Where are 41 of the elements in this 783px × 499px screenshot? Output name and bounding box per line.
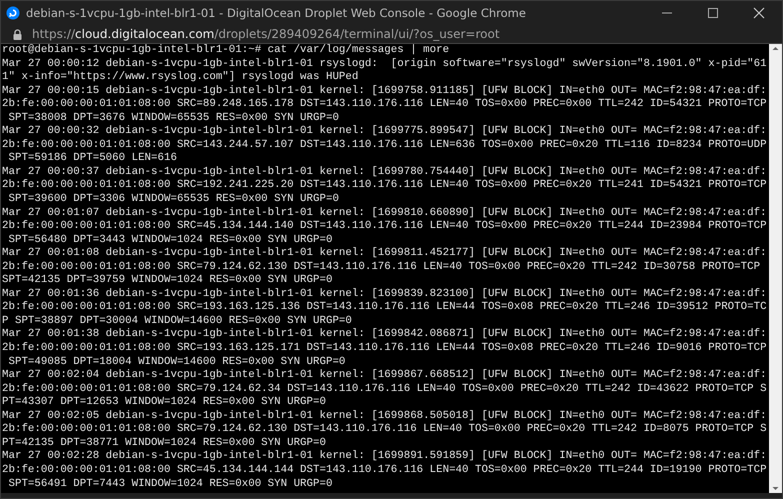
terminal-line: root@debian-s-1vcpu-1gb-intel-blr1-01:~# cat /var/log/messages | more — [2, 44, 450, 58]
terminal-line: SPT=38008 DPT=3676 WINDOW=65535 RES=0x00 SYN URGP=0 — [7, 112, 340, 125]
terminal-line: Mar 27 00:01:38 debian-s-1vcpu-1gb-intel-blr1-01 kernel: [1699842.086871] [UFW BLOCK] IN=eth0 OUT= MAC=f2:98:47:ea:df: — [2, 328, 768, 342]
terminal-line: Mar 27 00:01:36 debian-s-1vcpu-1gb-intel-blr1-01 kernel: [1699839.823100] [UFW BLOCK] IN=eth0 OUT= MAC=f2:98:47:ea:df: — [2, 288, 768, 301]
terminal-line: SPT=56480 DPT=3443 WINDOW=1024 RES=0x00 SYN URGP=0 — [7, 234, 334, 247]
terminal-line: Mar 27 00:02:04 debian-s-1vcpu-1gb-intel-blr1-01 kernel: [1699867.668512] [UFW BLOCK] IN=eth0 OUT= MAC=f2:98:47:ea:df: — [2, 369, 768, 383]
droplet-logo-icon — [6, 6, 20, 20]
terminal-line: Mar 27 00:01:07 debian-s-1vcpu-1gb-intel-blr1-01 kernel: [1699810.660890] [UFW BLOCK] IN=eth0 OUT= MAC=f2:98:47:ea:df: — [2, 206, 768, 220]
terminal-line: 2b:fe:00:00:00:01:01:08:00 SRC=193.163.125.171 DST=143.110.176.116 LEN=44 TOS=0x08 PREC=0x20 TTL=246 ID=9016 PROTO=TCP — [2, 342, 768, 356]
terminal-line: Mar 27 00:01:08 debian-s-1vcpu-1gb-intel-blr1-01 kernel: [1699811.452177] [UFW BLOCK] IN=eth0 OUT= MAC=f2:98:47:ea:df: — [2, 247, 768, 261]
terminal-line: 2b:fe:00:00:00:01:01:08:00 SRC=79.124.62.34 DST=143.110.176.116 LEN=40 TOS=0x00 PREC=0x20 TTL=242 ID=43622 PROTO=TCP S — [2, 382, 768, 396]
terminal-line: 2b:fe:00:00:00:01:01:08:00 SRC=79.124.62.130 DST=143.110.176.116 LEN=40 TOS=0x00 PREC=0x20 TTL=242 ID=8075 PROTO=TCP S — [2, 423, 768, 437]
terminal-line: 2b:fe:00:00:00:01:01:08:00 SRC=192.241.225.20 DST=143.110.176.116 LEN=40 TOS=0x00 PREC=0x20 TTL=241 ID=54321 PROTO=TCP — [2, 179, 768, 194]
terminal-line: 2b:fe:00:00:00:01:01:08:00 SRC=89.248.165.178 DST=143.110.176.116 LEN=40 TOS=0x00 PREC=0x00 TTL=242 ID=54321 PROTO=TCP — [2, 98, 768, 112]
terminal-line: Mar 27 00:00:37 debian-s-1vcpu-1gb-intel-blr1-01 kernel: [1699780.754440] [UFW BLOCK] IN=eth0 OUT= MAC=f2:98:47:ea:df: — [2, 166, 768, 179]
window-title: debian-s-1vcpu-1gb-intel-blr1-01 - DigitalOcean Droplet Web Console - Google Chrome — [26, 6, 527, 20]
scroll-up-icon[interactable] — [771, 44, 780, 53]
terminal-line: Mar 27 00:02:05 debian-s-1vcpu-1gb-intel-blr1-01 kernel: [1699868.505018] [UFW BLOCK] IN=eth0 OUT= MAC=f2:98:47:ea:df: — [2, 410, 768, 423]
terminal-line: 2b:fe:00:00:00:01:01:08:00 SRC=45.134.144.144 DST=143.110.176.116 LEN=40 TOS=0x00 PREC=0x20 TTL=244 ID=19190 PROTO=TCP — [2, 464, 768, 478]
terminal-line: PT=42135 DPT=38771 WINDOW=1024 RES=0x00 SYN URGP=0 — [2, 436, 327, 450]
scrollbar[interactable] — [769, 44, 782, 493]
terminal-line: 2b:fe:00:00:00:01:01:08:00 SRC=45.134.144.140 DST=143.110.176.116 LEN=40 TOS=0x00 PREC=0x20 TTL=244 ID=23984 PROTO=TCP — [2, 220, 768, 234]
terminal-line: SPT=39600 DPT=3306 WINDOW=65535 RES=0x00 SYN URGP=0 — [7, 193, 340, 207]
terminal-line: SPT=42135 DPT=39759 WINDOW=1024 RES=0x00 SYN URGP=0 — [2, 274, 334, 288]
terminal-line: 2b:fe:00:00:00:01:01:08:00 SRC=193.163.125.136 DST=143.110.176.116 LEN=44 TOS=0x08 PREC=0x20 TTL=246 ID=39512 PROTO=TC — [2, 301, 768, 315]
terminal-line: PT=43307 DPT=12653 WINDOW=1024 RES=0x00 SYN URGP=0 — [2, 396, 327, 410]
url-text[interactable]: https://cloud.digitalocean.com/droplets/289409264/terminal/ui/?os_user=root — [32, 27, 500, 41]
terminal-line: P SPT=38897 DPT=30004 WINDOW=14600 RES=0x00 SYN URGP=0 — [2, 314, 353, 328]
terminal-line: 2b:fe:00:00:00:01:01:08:00 SRC=79.124.62.130 DST=143.110.176.116 LEN=40 TOS=0x00 PREC=0x20 TTL=242 ID=30758 PROTO=TCP — [2, 260, 762, 274]
terminal-line: Mar 27 00:00:12 debian-s-1vcpu-1gb-intel-blr1-01 rsyslogd: [origin software="rsyslogd" swVersion="8.1901.0" x-pid="61 — [2, 58, 768, 71]
terminal-line: 2b:fe:00:00:00:01:01:08:00 SRC=143.244.57.107 DST=143.110.176.116 LEN=636 TOS=0x00 PREC=0x20 TTL=116 ID=8234 PROTO=UDP — [2, 138, 768, 152]
terminal-line: Mar 27 00:00:32 debian-s-1vcpu-1gb-intel-blr1-01 kernel: [1699775.899547] [UFW BLOCK] IN=eth0 OUT= MAC=f2:98:47:ea:df: — [2, 125, 768, 139]
terminal-line: SPT=49085 DPT=18004 WINDOW=14600 RES=0x00 SYN URGP=0 — [7, 356, 346, 369]
scroll-down-icon[interactable] — [771, 484, 780, 493]
terminal-line: SPT=59186 DPT=5060 LEN=616 — [7, 152, 178, 166]
terminal-line: Mar 27 00:02:28 debian-s-1vcpu-1gb-intel-blr1-01 kernel: [1699891.591859] [UFW BLOCK] IN=eth0 OUT= MAC=f2:98:47:ea:df: — [2, 450, 768, 464]
terminal-line: 1" x-info="https://www.rsyslog.com"] rsyslogd was HUPed — [2, 71, 360, 85]
terminal-panel[interactable] — [1, 43, 782, 493]
terminal-line: Mar 27 00:00:15 debian-s-1vcpu-1gb-intel-blr1-01 kernel: [1699758.911185] [UFW BLOCK] IN=eth0 OUT= MAC=f2:98:47:ea:df: — [2, 84, 768, 98]
terminal-line: SPT=56491 DPT=7443 WINDOW=1024 RES=0x00 SYN URGP=0 — [7, 478, 334, 492]
lock-icon — [13, 28, 22, 40]
